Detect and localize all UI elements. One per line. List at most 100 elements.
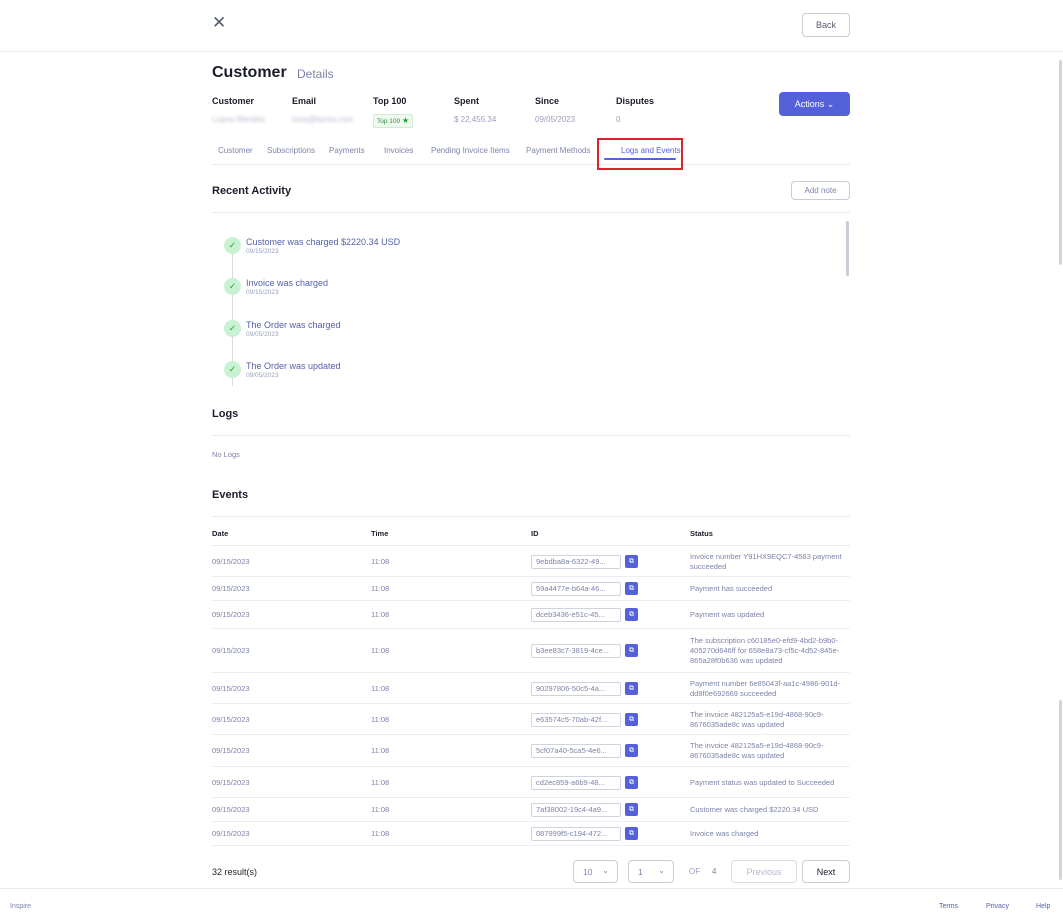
page-value: 1 [638, 867, 643, 877]
event-status: Payment was updated [690, 610, 765, 619]
activity-date: 09/15/2023 [246, 248, 279, 255]
event-id-field[interactable]: 5cf07a40-5ca5-4e6... [531, 744, 621, 758]
chevron-down-icon: ⌄ [826, 98, 835, 109]
event-status: The subscription c60185e0-efd9-4bd2-b9b0… [690, 636, 840, 665]
event-id-field[interactable]: 90297806-50c5-4a... [531, 682, 621, 696]
table-row: 09/15/2023 11:08 7af38002-19c4-4a9... ⧉ Cust… [212, 798, 850, 822]
next-button[interactable]: Next [802, 860, 850, 883]
copy-icon[interactable]: ⧉ [625, 555, 638, 568]
summary-label: Spent [454, 96, 480, 106]
tab-invoices[interactable]: Invoices [384, 146, 413, 155]
event-date: 09/15/2023 [212, 715, 250, 724]
actions-button[interactable]: Actions ⌄ [779, 92, 850, 116]
event-id-field[interactable]: 087999f5-c194-472... [531, 827, 621, 841]
close-icon[interactable]: ✕ [212, 14, 230, 32]
top-bar: ✕ Back [0, 0, 1063, 52]
event-time: 11:08 [371, 684, 390, 693]
event-time: 11:08 [371, 746, 390, 755]
table-row: 09/15/2023 11:08 cd2ec859-a6b9-48... ⧉ Payme… [212, 767, 850, 798]
column-header-status[interactable]: Status [690, 529, 713, 538]
add-note-button[interactable]: Add note [791, 181, 850, 200]
tab-subscriptions[interactable]: Subscriptions [267, 146, 315, 155]
check-icon: ✓ [224, 361, 241, 378]
column-header-id[interactable]: ID [531, 529, 539, 538]
footer-link-terms[interactable]: Terms [939, 903, 958, 910]
footer-link-help[interactable]: Help [1036, 903, 1050, 910]
customer-email: lovis@terms.com [292, 115, 354, 124]
footer: Inspire Terms Privacy Help [0, 888, 1063, 923]
event-time: 11:08 [371, 646, 390, 655]
table-row: 09/15/2023 11:08 59a4477e-b64a-46... ⧉ Payme… [212, 577, 850, 601]
summary-label: Top 100 [373, 96, 407, 106]
event-date: 09/15/2023 [212, 584, 250, 593]
table-row: 09/15/2023 11:08 9ebdba8a-6322-49... ⧉ Invoi… [212, 546, 850, 577]
tab-payments[interactable]: Payments [329, 146, 365, 155]
divider [212, 212, 850, 213]
copy-icon[interactable]: ⧉ [625, 713, 638, 726]
since-value: 09/05/2023 [535, 115, 576, 124]
activity-title: Invoice was charged [246, 278, 329, 288]
summary-email: Email lovis@terms.com [292, 96, 353, 126]
recent-activity-heading: Recent Activity [212, 185, 292, 197]
activity-title: The Order was charged [246, 320, 341, 330]
summary-customer: Customer Luana Mendes [212, 96, 265, 126]
page-size-select[interactable]: 10 ⌄ [573, 860, 618, 883]
tab-customer[interactable]: Customer [218, 146, 253, 155]
event-id-field[interactable]: e63574c5-70ab-42f... [531, 713, 621, 727]
back-button[interactable]: Back [802, 13, 850, 37]
page-scrollbar-lower[interactable] [1059, 700, 1062, 880]
copy-icon[interactable]: ⧉ [625, 827, 638, 840]
activity-title: Customer was charged $2220.34 USD [246, 237, 401, 247]
divider [212, 516, 850, 517]
event-date: 09/15/2023 [212, 684, 250, 693]
page-select[interactable]: 1 ⌄ [628, 860, 674, 883]
activity-scrollbar[interactable] [846, 221, 849, 276]
previous-button[interactable]: Previous [731, 860, 797, 883]
footer-link-privacy[interactable]: Privacy [986, 903, 1009, 910]
event-status: Payment number 6e85043f-aa1c-4986-901d-d… [690, 679, 841, 698]
summary-disputes: Disputes 0 [616, 96, 654, 126]
event-id-field[interactable]: dceb3436-e51c-45... [531, 608, 621, 622]
disputes-value: 0 [616, 115, 621, 124]
event-status: Customer was charged $2220.34 USD [690, 805, 819, 814]
event-date: 09/15/2023 [212, 646, 250, 655]
event-id-field[interactable]: cd2ec859-a6b9-48... [531, 776, 621, 790]
copy-icon[interactable]: ⧉ [625, 776, 638, 789]
top100-badge-label: Top 100 [377, 118, 401, 125]
copy-icon[interactable]: ⧉ [625, 803, 638, 816]
event-time: 11:08 [371, 829, 390, 838]
event-time: 11:08 [371, 557, 390, 566]
event-status: Payment has succeeded [690, 584, 773, 593]
summary-spent: Spent $ 22,455.34 [454, 96, 496, 126]
tab-pending-invoice-items[interactable]: Pending Invoice Items [431, 146, 510, 155]
activity-title: The Order was updated [246, 361, 341, 371]
page-size-value: 10 [583, 867, 593, 877]
event-id-field[interactable]: 59a4477e-b64a-46... [531, 582, 621, 596]
copy-icon[interactable]: ⧉ [625, 582, 638, 595]
summary-label: Customer [212, 96, 255, 106]
page-title: Customer [212, 64, 287, 81]
event-time: 11:08 [371, 805, 390, 814]
column-header-date[interactable]: Date [212, 529, 228, 538]
tab-bar: Customer Subscriptions Payments Invoices… [212, 141, 850, 165]
event-id-field[interactable]: b3ee83c7-3819-4ce... [531, 644, 621, 658]
event-id-field[interactable]: 9ebdba8a-6322-49... [531, 555, 621, 569]
divider [212, 435, 850, 436]
customer-name: Luana Mendes [212, 115, 265, 124]
page-scrollbar[interactable] [1059, 60, 1062, 265]
copy-icon[interactable]: ⧉ [625, 644, 638, 657]
copy-icon[interactable]: ⧉ [625, 744, 638, 757]
table-row: 09/15/2023 11:08 e63574c5-70ab-42f... ⧉ The … [212, 704, 850, 735]
event-status: The invoice 482125a5-e19d-4868-90c9-8676… [690, 710, 824, 729]
tab-payment-methods[interactable]: Payment Methods [526, 146, 590, 155]
event-id-field[interactable]: 7af38002-19c4-4a9... [531, 803, 621, 817]
top100-badge: Top 100 ★ [373, 114, 414, 128]
copy-icon[interactable]: ⧉ [625, 608, 638, 621]
tab-highlight-box [597, 138, 683, 170]
activity-date: 09/05/2023 [246, 331, 279, 338]
event-date: 09/15/2023 [212, 805, 250, 814]
copy-icon[interactable]: ⧉ [625, 682, 638, 695]
column-header-time[interactable]: Time [371, 529, 388, 538]
table-row: 09/15/2023 11:08 b3ee83c7-3819-4ce... ⧉ The … [212, 629, 850, 673]
no-logs-text: No Logs [212, 450, 240, 459]
